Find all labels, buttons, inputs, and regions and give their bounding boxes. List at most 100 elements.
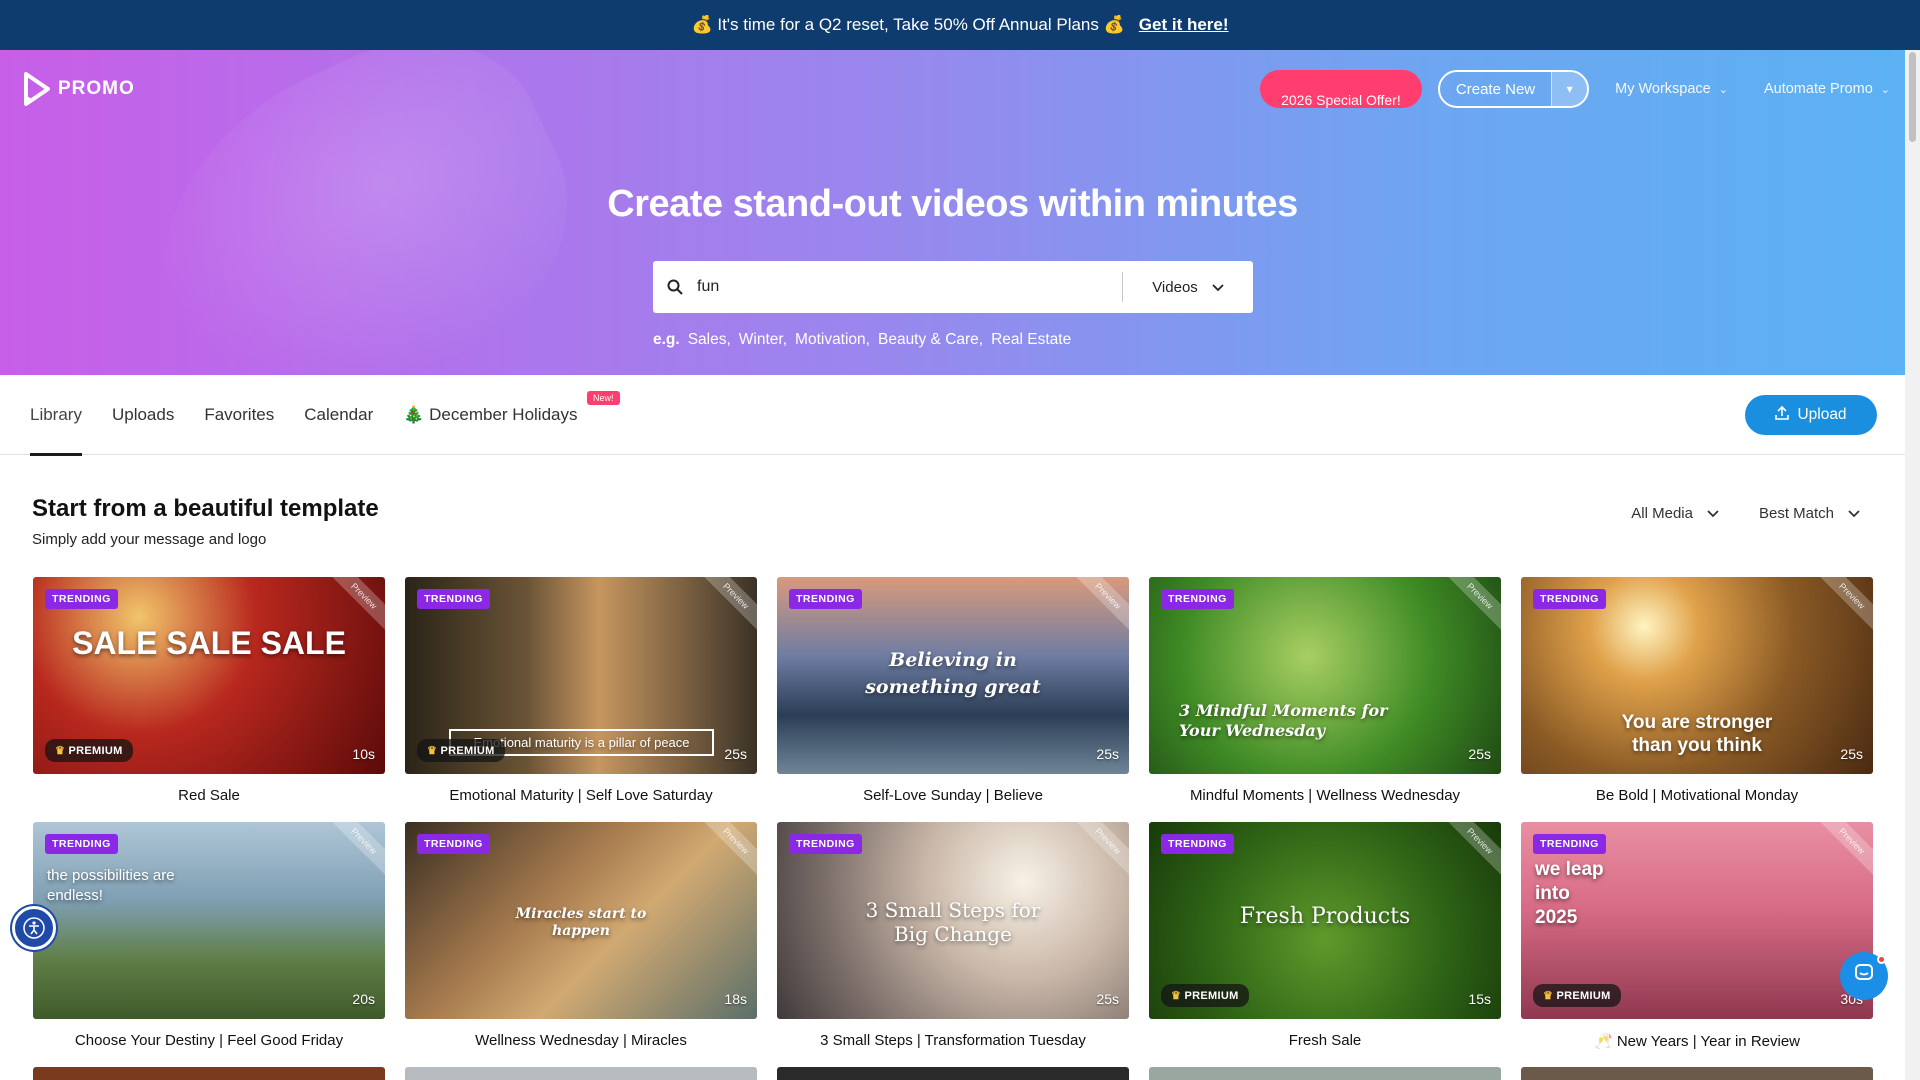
promo-logo[interactable]: PROMO xyxy=(22,72,135,106)
template-thumbnail[interactable]: TRENDING the possibilities are endless! … xyxy=(33,822,385,1019)
template-title[interactable]: 3 Small Steps | Transformation Tuesday xyxy=(777,1032,1129,1049)
media-filter-label: All Media xyxy=(1631,505,1693,522)
template-card[interactable]: TRENDING 3 Small Steps for Big Change Pr… xyxy=(777,822,1129,1067)
search-bar: Videos xyxy=(653,261,1253,313)
create-new-label[interactable]: Create New xyxy=(1440,72,1551,106)
example-link[interactable]: Real Estate xyxy=(991,331,1071,349)
preview-ribbon: Preview xyxy=(697,822,757,880)
media-type-select[interactable]: Videos xyxy=(1123,279,1253,296)
create-new-button[interactable]: Create New ▾ xyxy=(1437,70,1590,108)
special-offer-button[interactable]: 2026 Special Offer! xyxy=(1259,70,1422,108)
example-link[interactable]: Sales, xyxy=(688,331,731,349)
template-title[interactable]: Mindful Moments | Wellness Wednesday xyxy=(1149,787,1501,804)
template-thumbnail[interactable]: TRENDING Fresh Products Preview ♛ PREMIU… xyxy=(1149,822,1501,1019)
tab-december-holidays-label: 🎄 December Holidays xyxy=(403,404,578,424)
duration-label: 18s xyxy=(724,991,747,1007)
thumbnail-caption: we leap into 2025 xyxy=(1535,859,1604,928)
template-title[interactable]: Red Sale xyxy=(33,787,385,804)
notification-dot xyxy=(1877,955,1886,964)
example-link[interactable]: Motivation, xyxy=(795,331,870,349)
preview-ribbon: Preview xyxy=(1069,822,1129,880)
template-thumbnail[interactable] xyxy=(33,1067,385,1080)
preview-ribbon: Preview xyxy=(1813,822,1873,880)
search-input[interactable] xyxy=(697,261,1122,313)
preview-ribbon: Preview xyxy=(1813,577,1873,635)
template-thumbnail[interactable]: TRENDING Miracles start to happen Previe… xyxy=(405,822,757,1019)
hero-section: PROMO 2026 Special Offer! Create New ▾ M… xyxy=(0,50,1920,375)
template-title[interactable]: Emotional Maturity | Self Love Saturday xyxy=(405,787,757,804)
template-title[interactable]: Self-Love Sunday | Believe xyxy=(777,787,1129,804)
trending-badge: TRENDING xyxy=(789,834,862,854)
template-title[interactable]: Fresh Sale xyxy=(1149,1032,1501,1049)
template-thumbnail[interactable]: TRENDING Emotional maturity is a pillar … xyxy=(405,577,757,774)
template-thumbnail[interactable]: TRENDING 3 Small Steps for Big Change Pr… xyxy=(777,822,1129,1019)
section-title: Start from a beautiful template xyxy=(32,495,379,522)
trending-badge: TRENDING xyxy=(417,834,490,854)
scrollbar-thumb[interactable] xyxy=(1909,52,1916,142)
crown-icon: ♛ xyxy=(55,745,66,757)
trending-badge: TRENDING xyxy=(45,589,118,609)
trending-badge: TRENDING xyxy=(417,589,490,609)
media-filter-dropdown[interactable]: All Media xyxy=(1631,505,1719,522)
template-thumbnail[interactable]: TRENDING You are stronger than you think… xyxy=(1521,577,1873,774)
chat-support-button[interactable] xyxy=(1840,952,1888,1000)
template-title[interactable]: Choose Your Destiny | Feel Good Friday xyxy=(33,1032,385,1049)
tab-uploads[interactable]: Uploads xyxy=(112,375,174,455)
template-card[interactable]: TRENDING Fresh Products Preview ♛ PREMIU… xyxy=(1149,822,1501,1067)
upload-label: Upload xyxy=(1797,406,1847,423)
template-card[interactable]: TRENDING SALE SALE SALE Preview ♛ PREMIU… xyxy=(33,577,385,822)
upload-button[interactable]: Upload xyxy=(1745,395,1877,435)
tab-december-holidays[interactable]: 🎄 December Holidays New! xyxy=(403,375,620,455)
preview-ribbon: Preview xyxy=(325,822,385,880)
premium-badge-label: PREMIUM xyxy=(1556,990,1611,1002)
template-thumbnail[interactable] xyxy=(405,1067,757,1080)
sort-label: Best Match xyxy=(1758,505,1834,522)
trending-badge: TRENDING xyxy=(1161,834,1234,854)
template-card[interactable]: TRENDING Miracles start to happen Previe… xyxy=(405,822,757,1067)
template-title[interactable]: Wellness Wednesday | Miracles xyxy=(405,1032,757,1049)
template-title[interactable]: Be Bold | Motivational Monday xyxy=(1521,787,1873,804)
tab-favorites[interactable]: Favorites xyxy=(204,375,274,455)
hero-title: Create stand-out videos within minutes xyxy=(607,183,1298,225)
template-grid: TRENDING SALE SALE SALE Preview ♛ PREMIU… xyxy=(33,577,1873,1067)
example-link[interactable]: Winter, xyxy=(739,331,787,349)
automate-promo-menu[interactable]: Automate Promo ⌄ xyxy=(1754,81,1900,97)
thumbnail-caption: Miracles start to happen xyxy=(515,906,647,939)
preview-ribbon: Preview xyxy=(1069,577,1129,635)
template-title[interactable]: 🥂 New Years | Year in Review xyxy=(1521,1032,1873,1050)
media-type-label: Videos xyxy=(1152,278,1198,296)
template-thumbnail[interactable] xyxy=(1149,1067,1501,1080)
template-card[interactable]: TRENDING we leap into 2025 Preview ♛ PRE… xyxy=(1521,822,1873,1067)
template-card[interactable]: TRENDING Emotional maturity is a pillar … xyxy=(405,577,757,822)
premium-badge: ♛ PREMIUM xyxy=(417,739,505,762)
examples-prefix: e.g. xyxy=(653,331,680,348)
thumbnail-caption: Fresh Products xyxy=(1239,904,1411,929)
template-thumbnail[interactable]: TRENDING 3 Mindful Moments for Your Wedn… xyxy=(1149,577,1501,774)
template-thumbnail[interactable]: TRENDING SALE SALE SALE Preview ♛ PREMIU… xyxy=(33,577,385,774)
example-link[interactable]: Beauty & Care, xyxy=(878,331,983,349)
duration-label: 15s xyxy=(1468,991,1491,1007)
duration-label: 25s xyxy=(724,746,747,762)
page-scrollbar[interactable] xyxy=(1905,50,1920,1080)
new-badge: New! xyxy=(586,390,620,405)
template-card[interactable]: TRENDING the possibilities are endless! … xyxy=(33,822,385,1067)
template-thumbnail[interactable] xyxy=(777,1067,1129,1080)
tab-calendar[interactable]: Calendar xyxy=(304,375,373,455)
template-thumbnail[interactable] xyxy=(1521,1067,1873,1080)
template-card[interactable]: TRENDING Believing in something great Pr… xyxy=(777,577,1129,822)
template-thumbnail[interactable]: TRENDING we leap into 2025 Preview ♛ PRE… xyxy=(1521,822,1873,1019)
sort-dropdown[interactable]: Best Match xyxy=(1759,505,1860,522)
promo-cta-link[interactable]: Get it here! xyxy=(1139,15,1229,35)
chevron-down-icon[interactable]: ▾ xyxy=(1551,72,1588,106)
accessibility-icon[interactable] xyxy=(12,906,56,950)
my-workspace-menu[interactable]: My Workspace ⌄ xyxy=(1605,81,1738,97)
my-workspace-label: My Workspace xyxy=(1615,81,1711,97)
preview-ribbon: Preview xyxy=(1441,577,1501,635)
duration-label: 25s xyxy=(1096,746,1119,762)
template-thumbnail[interactable]: TRENDING Believing in something great Pr… xyxy=(777,577,1129,774)
template-card[interactable]: TRENDING 3 Mindful Moments for Your Wedn… xyxy=(1149,577,1501,822)
tab-library[interactable]: Library xyxy=(30,375,82,456)
template-card[interactable]: TRENDING You are stronger than you think… xyxy=(1521,577,1873,822)
section-subtitle: Simply add your message and logo xyxy=(32,531,267,548)
trending-badge: TRENDING xyxy=(1533,589,1606,609)
